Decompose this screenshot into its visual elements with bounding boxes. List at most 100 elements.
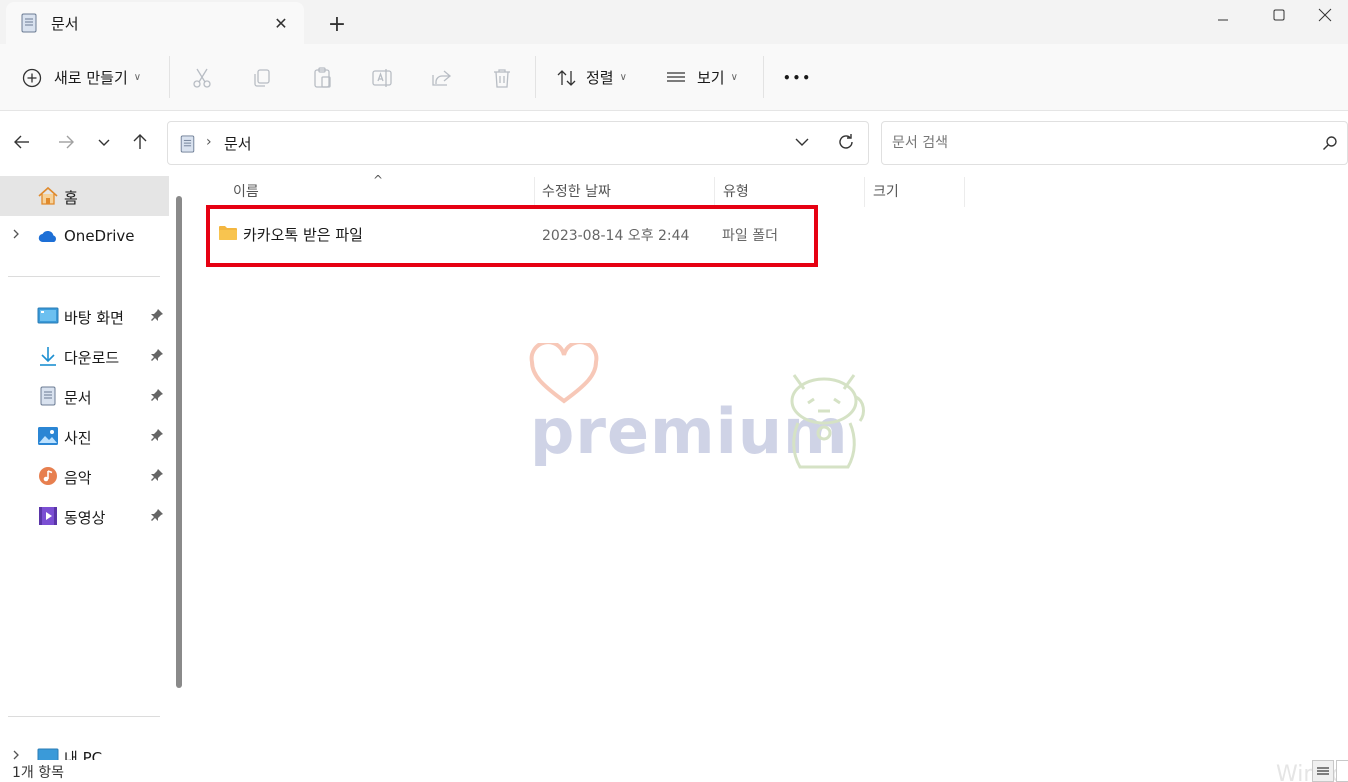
column-header-name[interactable]: 이름 — [233, 181, 259, 201]
copy-button[interactable] — [250, 44, 274, 111]
address-bar[interactable]: › 문서 — [167, 121, 869, 165]
details-view-button[interactable] — [1312, 760, 1334, 782]
breadcrumb-documents[interactable]: 문서 — [224, 133, 252, 154]
divider — [535, 56, 536, 98]
pin-icon[interactable] — [150, 308, 164, 326]
pin-icon[interactable] — [150, 508, 164, 526]
sidebar-item-music[interactable]: 음악 — [0, 456, 169, 496]
column-divider[interactable] — [534, 177, 535, 207]
divider — [8, 716, 160, 717]
divider — [8, 276, 160, 277]
item-count: 1개 항목 — [12, 765, 64, 781]
documents-icon — [180, 135, 195, 157]
column-header-size[interactable]: 크기 — [873, 181, 899, 201]
breadcrumb-separator[interactable]: › — [206, 134, 212, 150]
download-icon — [37, 346, 59, 366]
delete-button[interactable] — [490, 44, 514, 111]
sidebar-scrollbar[interactable] — [176, 196, 182, 688]
sidebar-item-label: 다운로드 — [64, 349, 120, 367]
sidebar-item-desktop[interactable]: 바탕 화면 — [0, 296, 169, 336]
minimize-icon — [1218, 19, 1228, 21]
paste-button[interactable] — [310, 44, 334, 111]
view-label: 보기 — [697, 69, 725, 87]
column-divider[interactable] — [964, 177, 965, 207]
sidebar-item-label: 홈 — [64, 189, 78, 207]
navigation-pane: 홈 OneDrive 바탕 화면 다운로드 문서 사진 음악 동영상 내 PC — [0, 173, 190, 763]
rename-button[interactable] — [370, 44, 394, 111]
column-header-type[interactable]: 유형 — [723, 181, 749, 201]
sidebar-item-downloads[interactable]: 다운로드 — [0, 336, 169, 376]
search-icon[interactable] — [1322, 135, 1338, 155]
more-options-button[interactable]: ••• — [783, 44, 812, 111]
back-button[interactable] — [8, 128, 36, 156]
home-icon — [37, 186, 59, 206]
tab-close-button[interactable]: ✕ — [268, 10, 294, 36]
folder-icon — [218, 225, 238, 245]
up-button[interactable] — [126, 128, 154, 156]
share-button[interactable] — [430, 44, 454, 111]
sidebar-item-label: 바탕 화면 — [64, 309, 124, 327]
cut-button[interactable] — [190, 44, 214, 111]
tiles-view-button[interactable] — [1336, 760, 1348, 782]
pin-icon[interactable] — [150, 388, 164, 406]
rename-icon — [372, 68, 392, 87]
refresh-icon — [839, 134, 853, 149]
search-input[interactable] — [892, 132, 1292, 154]
tab-documents[interactable]: 문서 ✕ — [6, 2, 304, 44]
address-row: › 문서 — [0, 111, 1348, 173]
arrow-up-icon — [133, 134, 147, 149]
pin-icon[interactable] — [150, 428, 164, 446]
share-icon — [432, 70, 452, 86]
sidebar-item-onedrive[interactable]: OneDrive — [0, 216, 169, 256]
file-type: 파일 폴더 — [722, 228, 778, 244]
sort-icon — [557, 69, 576, 86]
chevron-down-icon — [795, 138, 809, 146]
column-divider[interactable] — [714, 177, 715, 207]
sort-button[interactable]: 정렬 ∨ — [556, 44, 627, 111]
file-date: 2023-08-14 오후 2:44 — [542, 228, 690, 244]
documents-icon — [21, 13, 37, 37]
column-divider[interactable] — [864, 177, 865, 207]
sidebar-item-videos[interactable]: 동영상 — [0, 496, 169, 536]
new-button[interactable]: 새로 만들기 ∨ — [22, 44, 141, 111]
forward-button[interactable] — [52, 128, 80, 156]
sidebar-item-label: 음악 — [64, 469, 92, 487]
column-header-date[interactable]: 수정한 날짜 — [542, 181, 611, 201]
sidebar-item-label: 문서 — [64, 389, 92, 407]
recent-locations-button[interactable] — [90, 128, 118, 156]
close-icon — [1318, 8, 1332, 22]
close-window-button[interactable] — [1302, 0, 1348, 30]
pin-icon[interactable] — [150, 468, 164, 486]
plus-circle-icon — [22, 68, 42, 87]
search-box[interactable] — [881, 121, 1348, 165]
address-dropdown-button[interactable] — [794, 134, 810, 154]
chevron-down-icon: ∨ — [619, 72, 627, 83]
sort-ascending-icon: ^ — [373, 173, 384, 187]
file-row[interactable]: 카카오톡 받은 파일 2023-08-14 오후 2:44 파일 폴더 — [210, 213, 810, 253]
sidebar-item-label: OneDrive — [64, 227, 135, 245]
maximize-icon — [1273, 9, 1285, 21]
new-tab-button[interactable]: + — [322, 9, 352, 39]
minimize-button[interactable] — [1200, 0, 1246, 30]
refresh-button[interactable] — [836, 132, 856, 156]
sidebar-item-pictures[interactable]: 사진 — [0, 416, 169, 456]
view-button[interactable]: 보기 ∨ — [665, 44, 738, 111]
tab-title: 문서 — [51, 15, 79, 33]
chevron-down-icon — [98, 139, 110, 146]
chevron-right-icon[interactable] — [11, 228, 21, 243]
documents-icon — [37, 386, 59, 406]
sidebar-item-documents[interactable]: 문서 — [0, 376, 169, 416]
divider — [763, 56, 764, 98]
sidebar-item-label: 동영상 — [64, 509, 106, 527]
scissors-icon — [193, 68, 211, 88]
sidebar-item-home[interactable]: 홈 — [0, 176, 169, 216]
pictures-icon — [37, 426, 59, 446]
details-view-icon — [1317, 767, 1329, 775]
maximize-button[interactable] — [1256, 0, 1302, 30]
arrow-left-icon — [14, 135, 29, 149]
command-bar: 새로 만들기 ∨ 정렬 ∨ 보기 ∨ ••• — [0, 44, 1348, 111]
divider — [169, 56, 170, 98]
trash-icon — [494, 68, 510, 88]
pin-icon[interactable] — [150, 348, 164, 366]
music-icon — [37, 466, 59, 486]
